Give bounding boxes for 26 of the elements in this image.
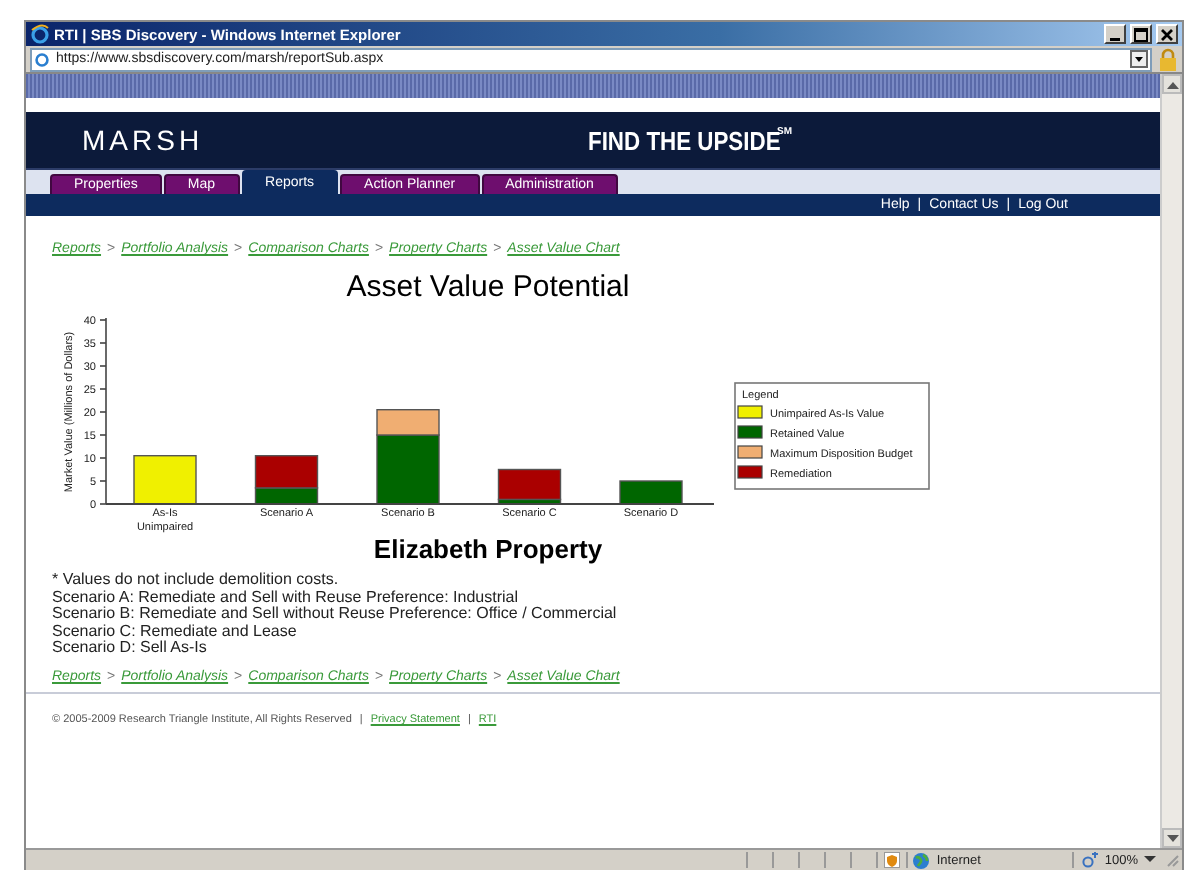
note-text: Scenario C: Remediate and Lease <box>52 623 299 640</box>
maximize-button[interactable] <box>1130 24 1152 44</box>
logo[interactable]: MARSH <box>82 124 204 156</box>
slogan: FIND THE UPSIDE <box>587 125 780 155</box>
minimize-button[interactable] <box>1104 24 1126 44</box>
chart-title: Asset Value Potential <box>344 270 632 304</box>
note-text: Scenario B: Remediate and Sell without Reuse Preference: Office / Commercial <box>52 606 619 624</box>
browser-logo-icon <box>30 24 50 44</box>
resize-grip-icon[interactable] <box>1166 853 1180 867</box>
scrollbar[interactable] <box>1160 74 1182 848</box>
zoom-icon <box>1082 852 1099 868</box>
caret-icon <box>1144 856 1156 864</box>
maximize-icon <box>1134 27 1148 41</box>
scroll-down-button[interactable] <box>1162 828 1182 848</box>
globe-icon <box>912 851 931 869</box>
note-text: Scenario A: Remediate and Sell with Reuse Preference: Industrial <box>52 589 521 606</box>
up-arrow-icon <box>1165 79 1179 89</box>
note-text: * Values do not include demolition costs. <box>52 572 341 590</box>
property-name: Elizabeth Property <box>371 534 605 564</box>
close-button[interactable] <box>1156 24 1178 44</box>
page-icon <box>34 51 50 67</box>
down-arrow-icon <box>1165 833 1179 843</box>
scroll-up-button[interactable] <box>1162 74 1182 94</box>
close-icon <box>1160 27 1174 41</box>
note-text: Scenario D: Sell As-Is <box>52 640 209 658</box>
shield-icon[interactable] <box>884 852 901 868</box>
